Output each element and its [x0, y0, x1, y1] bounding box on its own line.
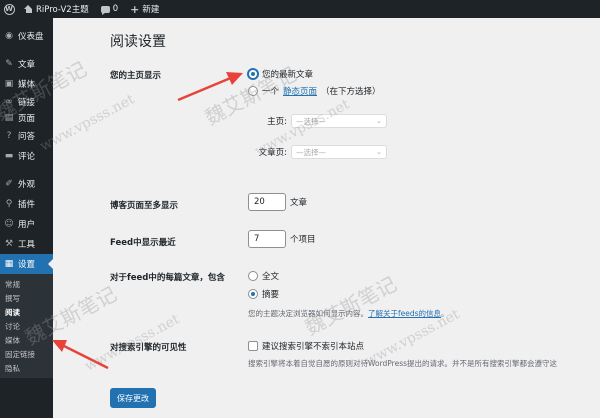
home-icon — [24, 5, 33, 13]
comment-bubble-icon — [100, 5, 110, 15]
posts-per-page-label: 博客页面至多显示 — [110, 201, 179, 211]
sidebar-item-qa[interactable]: ? 问答 — [0, 126, 53, 146]
feed-summary-radio[interactable] — [248, 289, 258, 299]
sidebar-item-dashboard[interactable]: ◉ 仪表盘 — [0, 26, 53, 46]
feed-content-label: 对于feed中的每篇文章，包含 — [110, 273, 225, 283]
site-name-link[interactable]: RiPro-V2主题 — [18, 0, 95, 18]
wrench-icon: ⚒ — [4, 238, 14, 249]
link-icon: ∞ — [5, 96, 13, 107]
admin-bar: W RiPro-V2主题 0 + 新建 — [0, 0, 600, 18]
sidebar-item-plugins[interactable]: ⚲ 插件 — [0, 194, 53, 214]
posts-per-page-row: 20 文章 — [248, 193, 307, 211]
option-feed-summary[interactable]: 摘要 — [248, 288, 279, 300]
new-content-link[interactable]: + 新建 — [124, 0, 165, 18]
feed-items-input[interactable]: 7 — [248, 230, 286, 248]
brush-icon: ✐ — [5, 178, 13, 189]
sidebar-item-pages[interactable]: ▤ 页面 — [0, 110, 53, 126]
sidebar-item-links[interactable]: ∞ 链接 — [0, 94, 53, 110]
sidebar-item-media[interactable]: ▣ 媒体 — [0, 74, 53, 94]
settings-content: 阅读设置 您的主页显示 您的最新文章 一个 静态页面 （在下方选择） 主页: —选择… — [53, 18, 600, 418]
feed-description: 您的主题决定浏览器如何显示内容。了解关于feeds的信息。 — [248, 309, 449, 318]
discourage-search-checkbox[interactable] — [248, 341, 258, 351]
submenu-media[interactable]: 媒体 — [0, 333, 53, 347]
submenu-permalinks[interactable]: 固定链接 — [0, 347, 53, 361]
page-title: 阅读设置 — [110, 34, 166, 50]
homepage-display-label: 您的主页显示 — [110, 71, 162, 81]
admin-sidebar: ◉ 仪表盘 ✎ 文章 ▣ 媒体 ∞ 链接 ▤ 页面 ? 问答 ▬ 评论 ✐ 外观 ⚲ 插件 ☺ 用户… — [0, 18, 53, 418]
search-visibility-description: 搜索引擎将本着自觉自愿的原则对待WordPress提出的请求。并不是所有搜索引擎… — [248, 359, 558, 368]
sidebar-item-posts[interactable]: ✎ 文章 — [0, 54, 53, 74]
sidebar-item-settings[interactable]: ▦ 设置 — [0, 254, 53, 274]
submenu-reading[interactable]: 阅读 — [0, 305, 53, 319]
submenu-privacy[interactable]: 隐私 — [0, 361, 53, 375]
user-icon: ☺ — [4, 218, 14, 229]
page-icon: ▤ — [4, 112, 14, 123]
search-visibility-label: 对搜索引擎的可见性 — [110, 343, 187, 353]
posts-page-select-row: 文章页: —选择— ⌄ — [259, 145, 387, 159]
static-page-radio[interactable] — [248, 86, 258, 96]
pin-icon: ✎ — [5, 58, 13, 69]
plugin-icon: ⚲ — [5, 198, 13, 209]
site-name: RiPro-V2主题 — [36, 5, 89, 15]
feed-items-label: Feed中显示最近 — [110, 238, 176, 248]
static-page-link[interactable]: 静态页面 — [283, 85, 317, 97]
sidebar-item-comments[interactable]: ▬ 评论 — [0, 146, 53, 166]
homepage-select-row: 主页: —选择— ⌄ — [261, 114, 387, 128]
sidebar-item-users[interactable]: ☺ 用户 — [0, 214, 53, 234]
search-visibility-row[interactable]: 建议搜索引擎不索引本站点 — [248, 340, 364, 352]
feed-items-row: 7 个项目 — [248, 230, 316, 248]
sidebar-item-appearance[interactable]: ✐ 外观 — [0, 174, 53, 194]
option-feed-full[interactable]: 全文 — [248, 270, 279, 282]
posts-per-page-input[interactable]: 20 — [248, 193, 286, 211]
feed-full-radio[interactable] — [248, 271, 258, 281]
dashboard-icon: ◉ — [5, 30, 13, 41]
comment-icon: ▬ — [4, 150, 14, 161]
posts-page-select[interactable]: —选择— ⌄ — [291, 145, 387, 159]
wordpress-logo-icon[interactable]: W — [0, 0, 18, 18]
submenu-general[interactable]: 常规 — [0, 277, 53, 291]
option-static-page[interactable]: 一个 静态页面 （在下方选择） — [248, 85, 381, 97]
settings-submenu: 常规 撰写 阅读 讨论 媒体 固定链接 隐私 — [0, 274, 53, 378]
comments-link[interactable]: 0 — [95, 0, 124, 18]
media-icon: ▣ — [4, 78, 14, 89]
new-label: 新建 — [142, 5, 160, 15]
save-changes-button[interactable]: 保存更改 — [110, 388, 156, 408]
homepage-select[interactable]: —选择— ⌄ — [291, 114, 387, 128]
plus-icon: + — [130, 2, 140, 16]
chevron-down-icon: ⌄ — [376, 117, 382, 125]
settings-icon: ▦ — [4, 258, 14, 269]
option-latest-posts[interactable]: 您的最新文章 — [248, 68, 313, 80]
submenu-writing[interactable]: 撰写 — [0, 291, 53, 305]
sidebar-item-tools[interactable]: ⚒ 工具 — [0, 234, 53, 254]
question-icon: ? — [6, 130, 12, 141]
latest-posts-radio[interactable] — [248, 69, 258, 79]
comments-count: 0 — [112, 4, 119, 14]
feeds-info-link[interactable]: 了解关于feeds的信息 — [368, 309, 441, 318]
submenu-discussion[interactable]: 讨论 — [0, 319, 53, 333]
chevron-down-icon: ⌄ — [376, 148, 382, 156]
